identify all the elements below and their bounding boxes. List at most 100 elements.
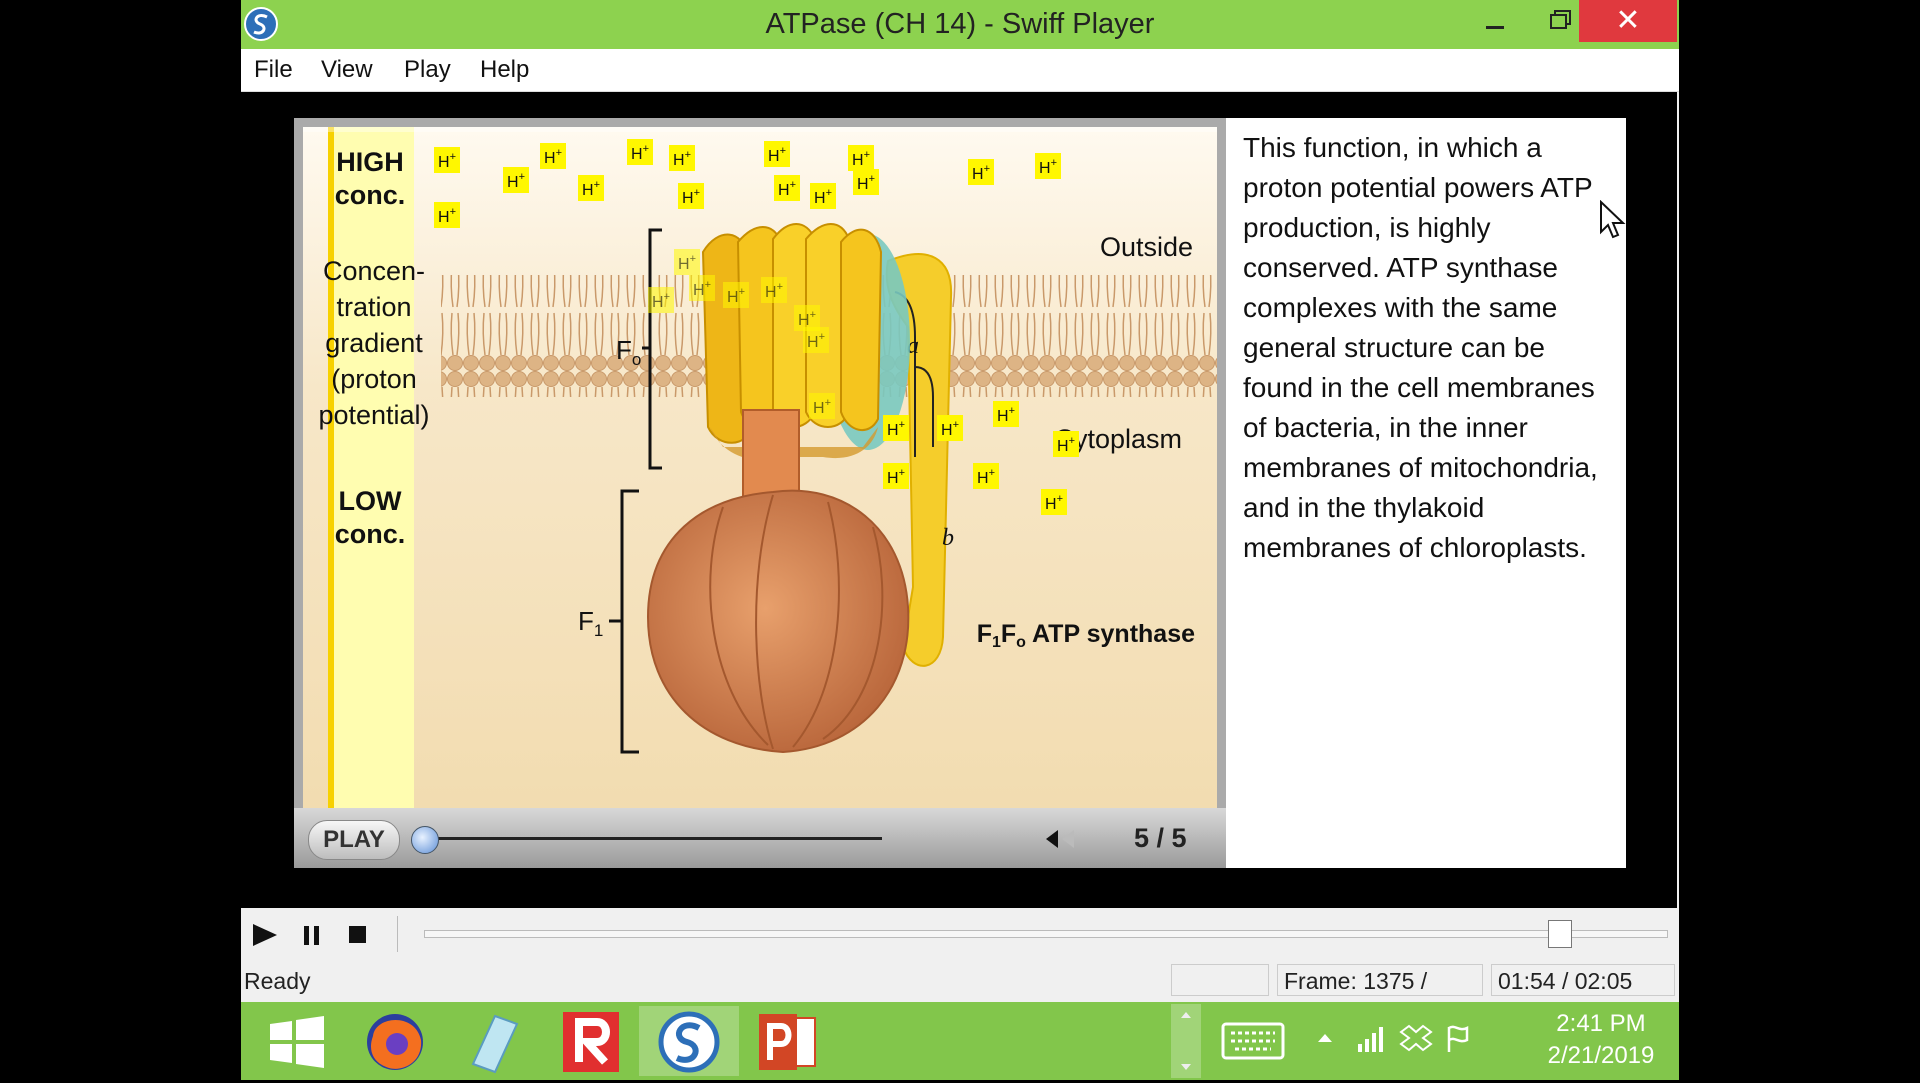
taskbar: 2:41 PM 2/21/2019 bbox=[241, 1002, 1679, 1080]
proton-label: H+ bbox=[1041, 489, 1067, 515]
proton-label: H+ bbox=[723, 282, 749, 308]
pause-icon[interactable] bbox=[301, 924, 323, 946]
close-button[interactable]: ✕ bbox=[1579, 0, 1677, 42]
powerpoint-icon bbox=[759, 1014, 816, 1070]
proton-label: H+ bbox=[434, 202, 460, 228]
clock-time: 2:41 PM bbox=[1556, 1010, 1646, 1037]
b-subunit-label: b bbox=[942, 525, 954, 551]
proton-label: H+ bbox=[883, 463, 909, 489]
proton-label: H+ bbox=[853, 169, 879, 195]
page-counter: 5 / 5 bbox=[1134, 823, 1187, 853]
proton-label: H+ bbox=[648, 287, 674, 313]
gradient-strip bbox=[328, 127, 414, 813]
previous-page-icon[interactable] bbox=[1044, 828, 1078, 850]
proton-label: H+ bbox=[434, 147, 460, 173]
proton-label: H+ bbox=[968, 159, 994, 185]
outside-label: Outside bbox=[1100, 232, 1193, 262]
swiff-taskbar-button[interactable] bbox=[639, 1006, 739, 1076]
proton-label: H+ bbox=[761, 277, 787, 303]
r-app-taskbar-button[interactable] bbox=[541, 1006, 641, 1076]
menu-help[interactable]: Help bbox=[480, 49, 529, 91]
firefox-taskbar-button[interactable] bbox=[345, 1006, 445, 1076]
proton-label: H+ bbox=[810, 183, 836, 209]
low-conc-label: conc. bbox=[335, 519, 406, 549]
proton-label: H+ bbox=[503, 167, 529, 193]
seek-thumb[interactable] bbox=[1548, 920, 1573, 948]
high-label: HIGH bbox=[336, 147, 404, 177]
swiff-player-icon bbox=[658, 1011, 720, 1073]
proton-label: H+ bbox=[993, 401, 1019, 427]
firefox-icon bbox=[367, 1014, 423, 1070]
proton-label: H+ bbox=[669, 145, 695, 171]
seek-track[interactable] bbox=[424, 930, 1668, 938]
proton-label: H+ bbox=[973, 463, 999, 489]
proton-label: H+ bbox=[627, 139, 653, 165]
proton-label: H+ bbox=[540, 143, 566, 169]
mouse-cursor-icon bbox=[1600, 200, 1626, 239]
taskbar-scroll[interactable] bbox=[1171, 1004, 1201, 1078]
top-edge bbox=[303, 127, 1217, 132]
play-icon[interactable] bbox=[251, 922, 281, 948]
movie-play-button[interactable]: PLAY bbox=[308, 820, 400, 860]
proton-label: H+ bbox=[883, 415, 909, 441]
show-hidden-icons-icon[interactable] bbox=[1315, 1030, 1335, 1044]
gradient-label-5: potential) bbox=[318, 400, 429, 430]
taskbar-scroll-arrows-icon bbox=[1181, 1012, 1191, 1070]
proton-label: H+ bbox=[1053, 431, 1079, 457]
menu-file[interactable]: File bbox=[254, 49, 293, 91]
proton-label: H+ bbox=[578, 175, 604, 201]
proton-label: H+ bbox=[764, 141, 790, 167]
transport-divider bbox=[397, 916, 398, 952]
player-transport bbox=[241, 908, 1677, 960]
status-empty-pane bbox=[1171, 964, 1269, 996]
keyboard-icon[interactable] bbox=[1221, 1020, 1285, 1062]
notepad-icon bbox=[471, 1014, 519, 1074]
proton-label: H+ bbox=[937, 415, 963, 441]
proton-label: H+ bbox=[689, 275, 715, 301]
atp-synthase-label: F1Fo ATP synthase bbox=[977, 620, 1195, 651]
status-text: Ready bbox=[244, 968, 311, 994]
windows-icon bbox=[270, 1016, 324, 1068]
movie-slider-track[interactable] bbox=[424, 837, 882, 840]
movie-slider-knob[interactable] bbox=[411, 826, 439, 854]
swiff-player-window: ATPase (CH 14) - Swiff Player ✕ File Vie… bbox=[241, 0, 1679, 1080]
dropbox-icon[interactable] bbox=[1399, 1024, 1433, 1054]
stop-icon[interactable] bbox=[347, 924, 369, 946]
menu-view[interactable]: View bbox=[321, 49, 373, 91]
high-conc-label: conc. bbox=[335, 180, 406, 210]
f1-head bbox=[646, 489, 910, 754]
flash-movie: HIGH conc. Concen- tration gradient (pro… bbox=[294, 118, 1626, 868]
title-bar: ATPase (CH 14) - Swiff Player ✕ bbox=[241, 0, 1679, 49]
minimize-icon bbox=[1486, 26, 1504, 29]
proton-label: H+ bbox=[674, 249, 700, 275]
atp-synthase-diagram: HIGH conc. Concen- tration gradient (pro… bbox=[303, 127, 1217, 813]
proton-label: H+ bbox=[848, 145, 874, 171]
gradient-label-1: Concen- bbox=[323, 256, 425, 286]
powerpoint-taskbar-button[interactable] bbox=[737, 1006, 837, 1076]
frame-counter: Frame: 1375 / 1505 bbox=[1277, 964, 1483, 1026]
proton-label: H+ bbox=[809, 393, 835, 419]
proton-label: H+ bbox=[1035, 153, 1061, 179]
action-center-flag-icon[interactable] bbox=[1443, 1024, 1473, 1054]
proton-label: H+ bbox=[774, 175, 800, 201]
r-app-icon bbox=[563, 1012, 619, 1072]
clock-date: 2/21/2019 bbox=[1547, 1042, 1655, 1069]
menu-bar: File View Play Help bbox=[241, 49, 1679, 92]
start-button[interactable] bbox=[247, 1006, 347, 1076]
gradient-label-2: tration bbox=[336, 292, 411, 322]
central-stalk bbox=[742, 409, 800, 503]
taskbar-clock[interactable]: 2:41 PM 2/21/2019 bbox=[1531, 1008, 1671, 1072]
network-signal-icon[interactable] bbox=[1356, 1024, 1386, 1054]
time-counter: 01:54 / 02:05 bbox=[1491, 964, 1675, 996]
gradient-border bbox=[328, 127, 334, 813]
movie-control-bar: PLAY 5 / 5 bbox=[294, 808, 1226, 868]
minimize-button[interactable] bbox=[1464, 0, 1524, 42]
animation-panel: HIGH conc. Concen- tration gradient (pro… bbox=[294, 118, 1226, 868]
menu-play[interactable]: Play bbox=[404, 49, 451, 91]
low-label: LOW bbox=[339, 486, 402, 516]
gradient-label-4: (proton bbox=[331, 364, 417, 394]
proton-label: H+ bbox=[803, 327, 829, 353]
notepad-taskbar-button[interactable] bbox=[443, 1006, 543, 1076]
gradient-label-3: gradient bbox=[325, 328, 423, 358]
movie-stage: HIGH conc. Concen- tration gradient (pro… bbox=[241, 92, 1677, 908]
